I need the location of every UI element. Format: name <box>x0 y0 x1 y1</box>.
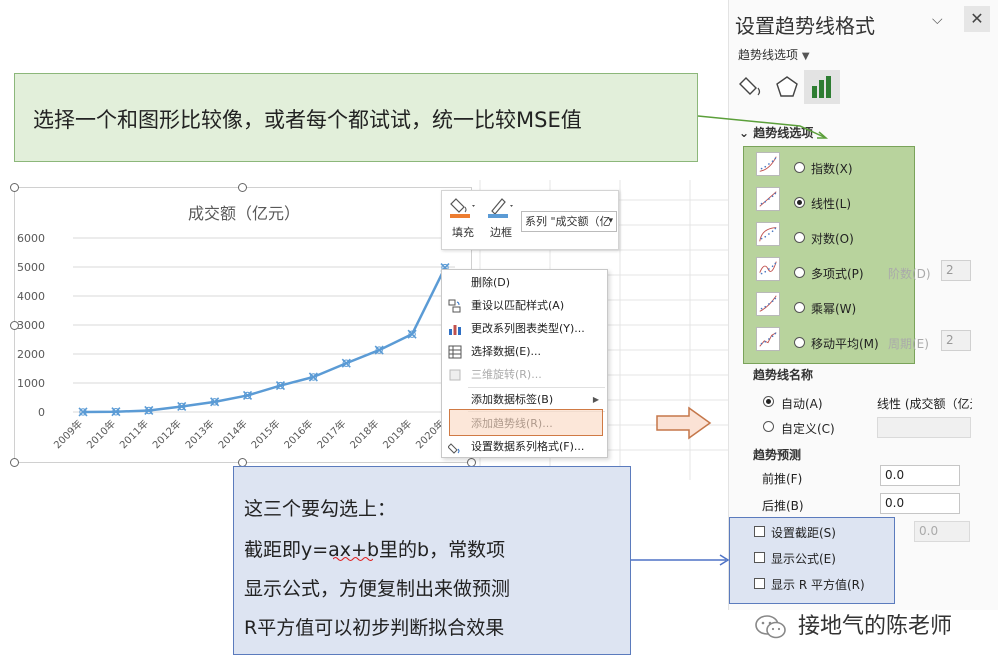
watermark-label: 接地气的陈老师 <box>798 614 953 639</box>
spellcheck-squiggle <box>333 557 373 561</box>
watermark-text: 接地气的陈老师 <box>798 608 952 640</box>
bottom-callout: 这三个要勾选上： 截距即y=ax+b里的b，常数项 显示公式，方便复制出来做预测… <box>233 466 631 655</box>
bottom-callout-line: R平方值可以初步判断拟合效果 <box>244 617 505 639</box>
bottom-callout-line: 这三个要勾选上： <box>244 498 397 520</box>
bottom-callout-line: 截距即y=ax+b里的b，常数项 <box>244 539 506 561</box>
bottom-callout-line: 显示公式，方便复制出来做预测 <box>244 578 511 600</box>
wechat-icon <box>755 615 786 639</box>
